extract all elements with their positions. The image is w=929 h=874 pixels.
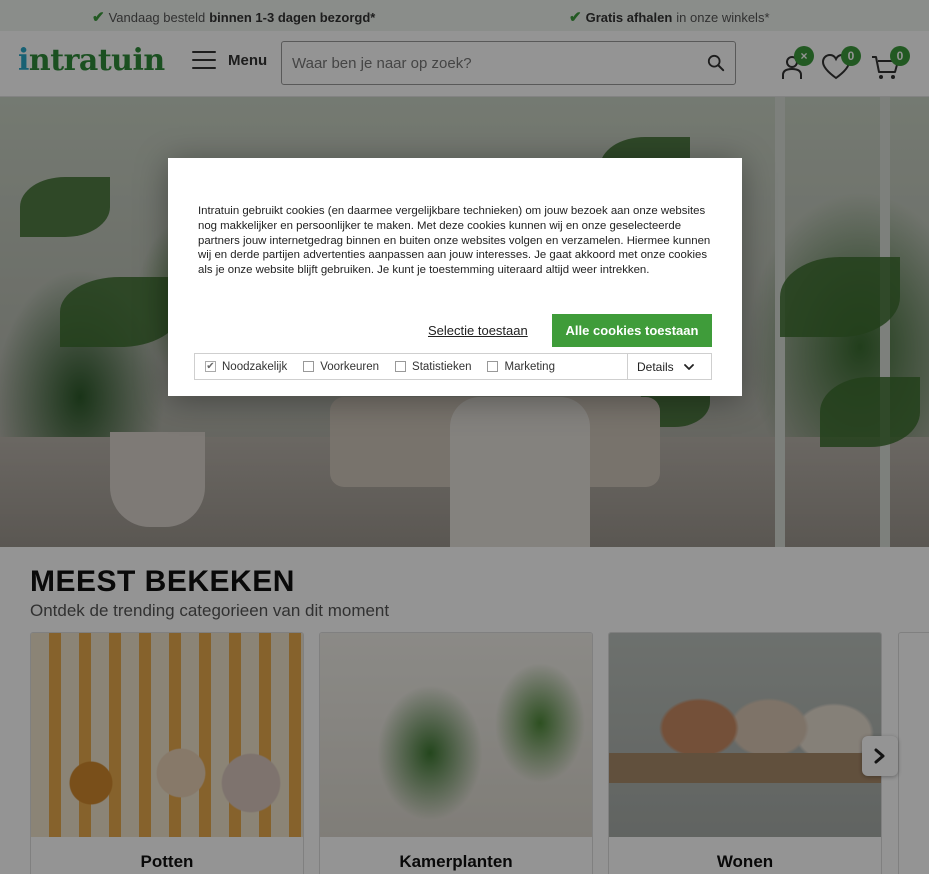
option-necessary[interactable]: ✔ Noodzakelijk: [205, 361, 287, 373]
cookie-consent-text: Intratuin gebruikt cookies (en daarmee v…: [198, 205, 711, 277]
chevron-down-icon: [683, 363, 694, 370]
checkbox-statistics[interactable]: [395, 361, 407, 372]
cookie-options-bar: ✔ Noodzakelijk Voorkeuren Statistieken M…: [194, 353, 712, 380]
option-preferences-label: Voorkeuren: [320, 360, 380, 373]
option-preferences[interactable]: Voorkeuren: [303, 361, 379, 373]
details-toggle[interactable]: Details: [627, 354, 711, 379]
option-statistics-label: Statistieken: [412, 360, 472, 373]
accept-all-cookies-button[interactable]: Alle cookies toestaan: [552, 314, 712, 347]
option-necessary-label: Noodzakelijk: [222, 360, 288, 373]
modal-backdrop: [0, 0, 929, 874]
cookie-consent-dialog: Intratuin gebruikt cookies (en daarmee v…: [168, 158, 742, 396]
option-marketing[interactable]: Marketing: [487, 361, 555, 373]
checkbox-necessary[interactable]: ✔: [205, 361, 216, 372]
checkbox-preferences[interactable]: [303, 361, 315, 372]
checkbox-marketing[interactable]: [487, 361, 499, 372]
option-statistics[interactable]: Statistieken: [395, 361, 471, 373]
option-marketing-label: Marketing: [504, 360, 555, 373]
allow-selection-button[interactable]: Selectie toestaan: [428, 323, 528, 338]
details-label: Details: [637, 359, 674, 374]
